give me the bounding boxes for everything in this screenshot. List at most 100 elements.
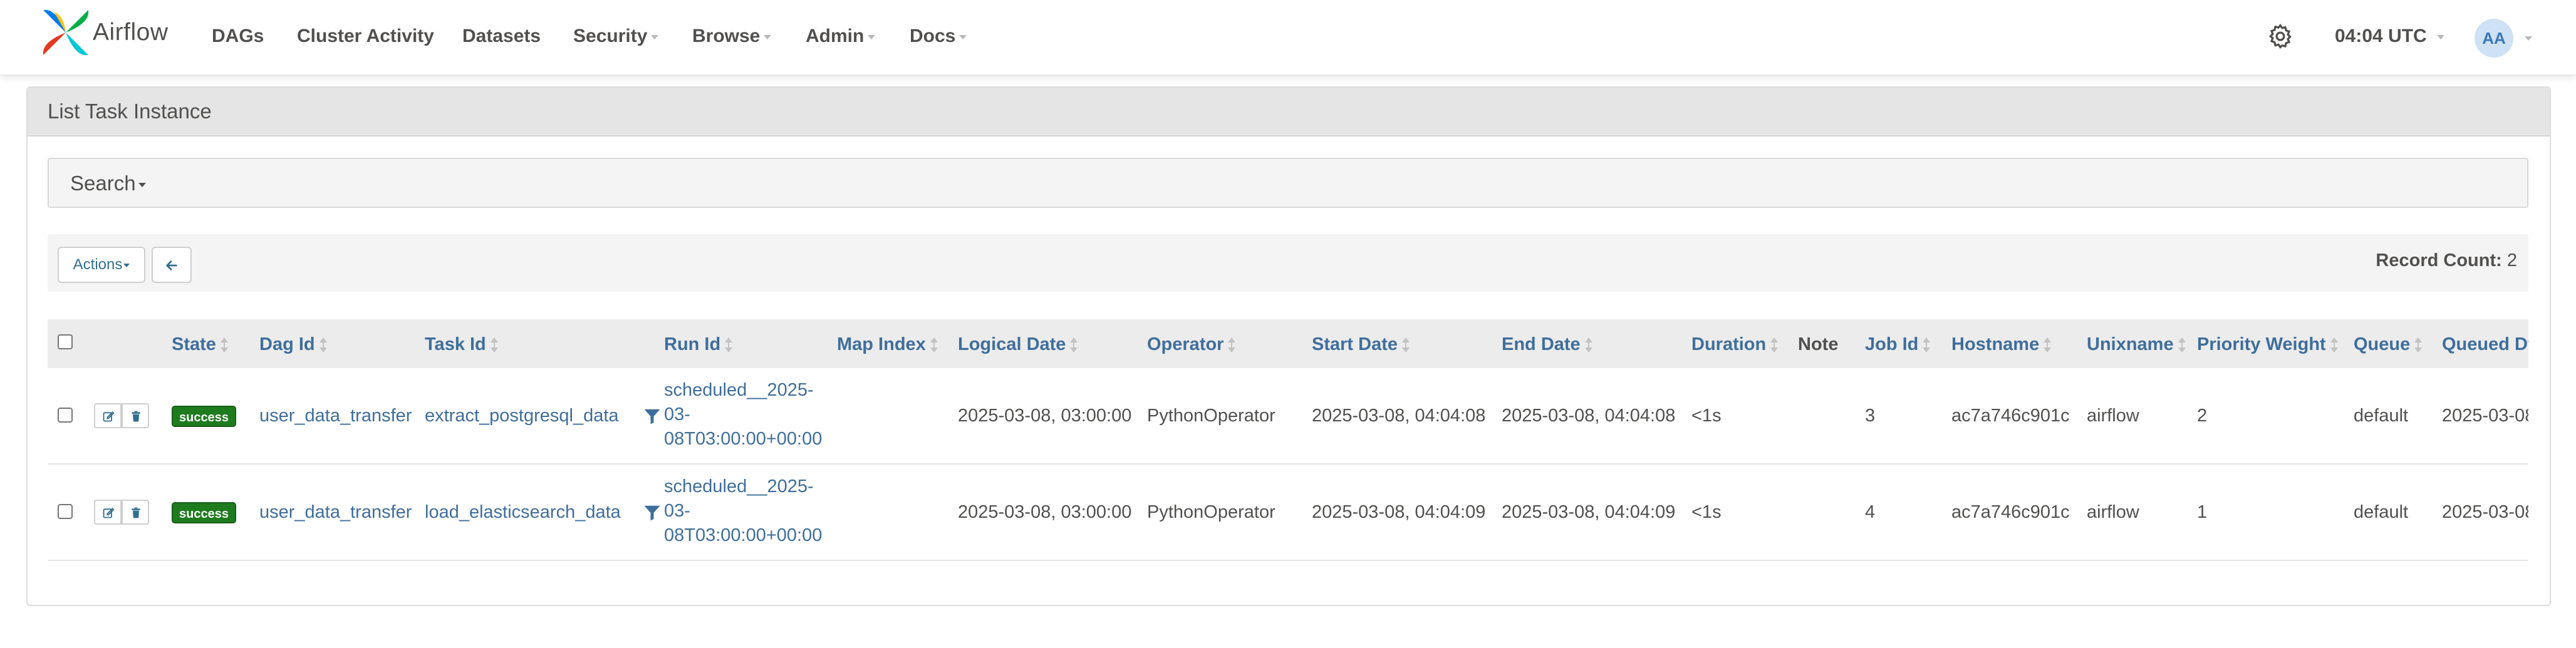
column-label: Note — [1798, 334, 1839, 354]
sort-icon — [2414, 337, 2423, 353]
row-checkbox[interactable] — [58, 408, 73, 423]
run-id-line: 08T03:00:00+00:00 — [664, 525, 823, 545]
column-run-id[interactable]: Run Id — [664, 333, 733, 356]
start-date-cell: 2025-03-08, 04:04:09 — [1312, 502, 1486, 522]
search-toggle[interactable]: Search — [70, 172, 146, 195]
nav-docs-label: Docs — [910, 26, 956, 46]
search-label: Search — [70, 172, 136, 195]
edit-button[interactable] — [94, 500, 122, 525]
row-checkbox[interactable] — [58, 504, 73, 519]
nav-admin[interactable]: Admin — [806, 23, 876, 50]
job-id-cell: 4 — [1865, 502, 1876, 522]
unixname-cell: airflow — [2087, 502, 2139, 522]
sort-icon — [319, 337, 327, 353]
sort-icon — [1923, 337, 1931, 353]
brand-name: Airflow — [93, 19, 169, 46]
nav-admin-label: Admin — [806, 26, 865, 46]
column-label: Duration — [1691, 334, 1767, 354]
filter-icon[interactable] — [643, 503, 662, 522]
actions-label: Actions — [73, 256, 123, 273]
column-task-id[interactable]: Task Id — [425, 333, 498, 356]
gear-icon[interactable] — [2267, 23, 2294, 50]
edit-icon — [103, 411, 115, 422]
user-avatar[interactable]: AA — [2475, 19, 2513, 58]
run-id-link[interactable]: scheduled__2025- 03- 08T03:00:00+00:00 — [664, 378, 822, 451]
chevron-down-icon — [2436, 34, 2444, 39]
column-end-date[interactable]: End Date — [1502, 333, 1592, 356]
sort-icon — [1070, 337, 1078, 353]
search-panel[interactable]: Search — [48, 158, 2528, 208]
sort-icon — [2330, 337, 2338, 353]
operator-cell: PythonOperator — [1147, 502, 1275, 522]
sort-icon — [1584, 337, 1592, 353]
logical-date-cell: 2025-03-08, 03:00:00 — [958, 406, 1132, 426]
list-panel: List Task Instance Search Actions Record… — [26, 86, 2551, 606]
column-operator[interactable]: Operator — [1147, 333, 1236, 356]
priority-weight-cell: 1 — [2197, 502, 2208, 522]
clock-label: 04:04 UTC — [2335, 26, 2427, 46]
column-label: Operator — [1147, 334, 1224, 354]
chevron-down-icon — [959, 34, 967, 39]
status-badge[interactable]: success — [172, 502, 236, 523]
column-label: Dag Id — [259, 334, 315, 354]
nav-dags[interactable]: DAGs — [212, 23, 264, 50]
column-label: Start Date — [1312, 334, 1398, 354]
sort-icon — [2044, 337, 2052, 353]
sort-icon — [490, 337, 498, 353]
chevron-down-icon[interactable] — [2525, 36, 2532, 41]
top-navbar: Airflow DAGs Cluster Activity Datasets S… — [0, 0, 2576, 75]
edit-button[interactable] — [94, 403, 122, 428]
task-id-link[interactable]: load_elasticsearch_data — [425, 502, 621, 523]
queued-dttm-cell: 2025-03-08, 0 — [2442, 502, 2528, 522]
column-unixname[interactable]: Unixname — [2087, 333, 2186, 356]
end-date-cell: 2025-03-08, 04:04:09 — [1502, 502, 1676, 522]
column-label: Logical Date — [958, 334, 1066, 354]
chevron-down-icon — [651, 34, 659, 39]
nav-docs[interactable]: Docs — [910, 23, 967, 50]
column-dag-id[interactable]: Dag Id — [259, 333, 327, 356]
column-label: Run Id — [664, 334, 721, 354]
back-button[interactable] — [152, 247, 192, 283]
column-state[interactable]: State — [172, 333, 228, 356]
brand[interactable]: Airflow — [41, 8, 169, 58]
dag-id-link[interactable]: user_data_transfer — [259, 406, 412, 426]
column-map-index[interactable]: Map Index — [837, 333, 938, 356]
column-logical-date[interactable]: Logical Date — [958, 333, 1078, 356]
nav-browse[interactable]: Browse — [692, 23, 772, 50]
nav-datasets-label: Datasets — [462, 26, 541, 46]
table-row: success user_data_transfer extract_postg… — [48, 368, 2528, 465]
column-hostname[interactable]: Hostname — [1951, 333, 2052, 356]
trash-icon — [132, 411, 140, 422]
column-queue[interactable]: Queue — [2354, 333, 2423, 356]
run-id-link[interactable]: scheduled__2025- 03- 08T03:00:00+00:00 — [664, 475, 822, 548]
utc-clock[interactable]: 04:04 UTC — [2335, 23, 2444, 50]
record-count-label: Record Count: — [2376, 250, 2502, 270]
column-job-id[interactable]: Job Id — [1865, 333, 1931, 356]
table-header: State Dag Id Task Id Run Id Map Index Lo… — [48, 319, 2528, 368]
actions-button[interactable]: Actions — [58, 247, 145, 283]
airflow-logo-icon — [43, 9, 89, 56]
actions-bar: Actions Record Count: 2 — [48, 234, 2528, 292]
column-start-date[interactable]: Start Date — [1312, 333, 1410, 356]
nav-security[interactable]: Security — [573, 23, 659, 50]
task-id-link[interactable]: extract_postgresql_data — [425, 406, 619, 426]
column-priority-weight[interactable]: Priority Weight — [2197, 333, 2338, 356]
dag-id-link[interactable]: user_data_transfer — [259, 502, 412, 523]
task-instance-table: State Dag Id Task Id Run Id Map Index Lo… — [48, 319, 2528, 648]
nav-datasets[interactable]: Datasets — [462, 23, 541, 50]
column-duration[interactable]: Duration — [1691, 333, 1779, 356]
filter-icon[interactable] — [643, 407, 662, 426]
column-queued-dttm[interactable]: Queued Dttm — [2442, 333, 2528, 356]
run-id-line: scheduled__2025- — [664, 380, 814, 400]
table-row: success user_data_transfer load_elastics… — [48, 465, 2528, 561]
record-count: Record Count: 2 — [2376, 250, 2517, 271]
select-all-checkbox[interactable] — [58, 334, 73, 349]
nav-cluster-activity[interactable]: Cluster Activity — [297, 23, 434, 50]
panel-heading: List Task Instance — [28, 88, 2550, 136]
edit-icon — [103, 508, 115, 518]
status-badge[interactable]: success — [172, 406, 236, 427]
column-label: Unixname — [2087, 334, 2174, 354]
delete-button[interactable] — [122, 403, 149, 428]
sort-icon — [725, 337, 733, 353]
delete-button[interactable] — [122, 500, 149, 525]
